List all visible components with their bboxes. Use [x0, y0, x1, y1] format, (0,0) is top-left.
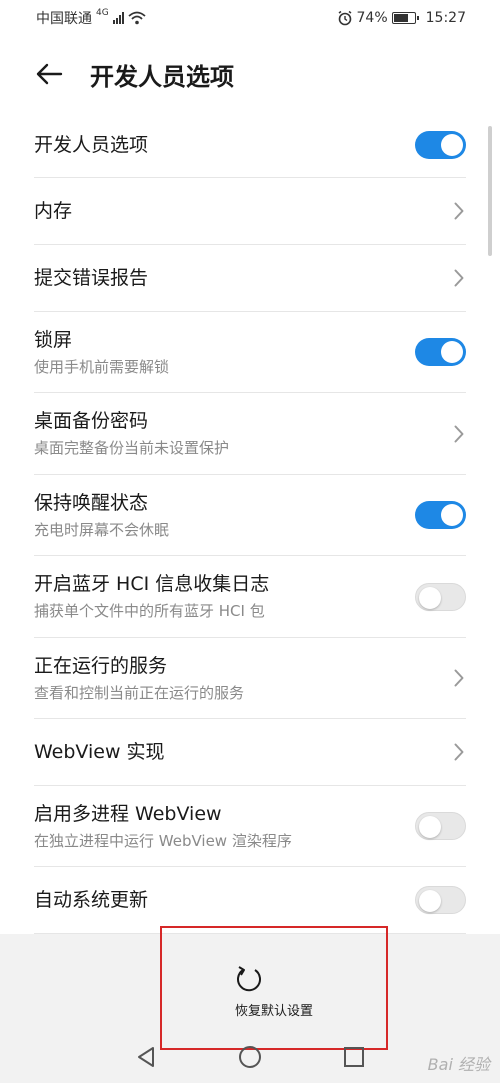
clock: 15:27	[425, 10, 466, 26]
setting-texts: 内存	[34, 198, 72, 224]
setting-title: 自动系统更新	[34, 889, 149, 911]
carrier-name: 中国联通	[36, 11, 92, 27]
reset-icon[interactable]	[233, 963, 265, 995]
setting-texts: 正在运行的服务查看和控制当前正在运行的服务	[34, 653, 244, 704]
toggle-switch[interactable]	[415, 886, 466, 914]
toggle-knob	[419, 890, 441, 912]
setting-texts: 桌面备份密码桌面完整备份当前未设置保护	[34, 408, 229, 459]
back-arrow-icon	[36, 63, 63, 85]
setting-subtitle: 桌面完整备份当前未设置保护	[34, 439, 230, 457]
status-right: 74% 15:27	[337, 10, 466, 26]
nav-back-button[interactable]	[131, 1042, 161, 1072]
setting-texts: 提交错误报告	[34, 265, 148, 291]
setting-row[interactable]: 提交错误报告	[34, 245, 466, 312]
toggle-knob	[441, 133, 463, 156]
setting-row[interactable]: 桌面备份密码桌面完整备份当前未设置保护	[34, 393, 466, 475]
signal-icon	[112, 12, 124, 24]
square-recents-icon	[344, 1046, 364, 1067]
toggle-knob	[441, 504, 463, 526]
reset-defaults-button[interactable]: 恢复默认设置	[160, 1000, 388, 1019]
setting-texts: 锁屏使用手机前需要解锁	[34, 327, 169, 378]
setting-title: 内存	[34, 200, 73, 222]
setting-row[interactable]: 启用多进程 WebView 在独立进程中运行 WebView 渲染程序	[34, 786, 466, 867]
status-bar: 中国联通 4G 74% 15:27	[0, 0, 500, 36]
setting-subtitle: 捕获单个文件中的所有蓝牙 HCI 包	[34, 602, 265, 620]
watermark: Bai 经验	[427, 1055, 490, 1074]
setting-subtitle: 查看和控制当前正在运行的服务	[34, 683, 245, 702]
setting-title: WebView 实现	[34, 741, 165, 763]
chevron-right-icon	[452, 268, 466, 288]
setting-title: 提交错误报告	[34, 267, 149, 289]
chevron-right-icon	[452, 424, 466, 444]
setting-row[interactable]: 自动系统更新	[34, 867, 466, 934]
setting-title: 启用多进程 WebView	[34, 802, 222, 825]
setting-subtitle: 使用手机前需要解锁	[34, 357, 170, 376]
nav-home-button[interactable]	[235, 1042, 265, 1072]
setting-title: 正在运行的服务	[34, 654, 168, 677]
page-title: 开发人员选项	[90, 62, 234, 91]
app-bar: 开发人员选项	[0, 36, 500, 112]
alarm-icon	[338, 10, 351, 26]
setting-row[interactable]: 保持唤醒状态充电时屏幕不会休眠	[34, 475, 466, 556]
status-left: 中国联通 4G	[36, 8, 146, 28]
toggle-switch[interactable]	[415, 130, 466, 159]
setting-texts: WebView 实现	[34, 739, 165, 765]
wifi-icon	[128, 11, 146, 25]
battery-percent: 74%	[356, 10, 388, 26]
chevron-right-icon	[452, 668, 466, 688]
setting-texts: 自动系统更新	[34, 887, 148, 913]
navigation-bar	[0, 1030, 500, 1083]
toggle-knob	[419, 816, 441, 838]
setting-title: 开发人员选项	[34, 133, 149, 156]
setting-title: 开启蓝牙 HCI 信息收集日志	[34, 573, 270, 595]
setting-title: 保持唤醒状态	[34, 491, 149, 514]
setting-texts: 启用多进程 WebView 在独立进程中运行 WebView 渲染程序	[34, 801, 292, 852]
toggle-knob	[419, 586, 441, 609]
setting-row[interactable]: 内存	[34, 178, 466, 245]
setting-subtitle: 充电时屏幕不会休眠	[34, 520, 170, 539]
back-button[interactable]	[24, 49, 74, 99]
setting-row[interactable]: 开启蓝牙 HCI 信息收集日志捕获单个文件中的所有蓝牙 HCI 包	[34, 556, 466, 638]
setting-texts: 保持唤醒状态充电时屏幕不会休眠	[34, 490, 169, 541]
setting-subtitle: 在独立进程中运行 WebView 渲染程序	[34, 831, 292, 850]
network-type: 4G	[96, 8, 109, 18]
setting-row[interactable]: 开发人员选项	[34, 112, 466, 178]
setting-row[interactable]: 锁屏使用手机前需要解锁	[34, 312, 466, 393]
toggle-switch[interactable]	[415, 582, 466, 611]
toggle-switch[interactable]	[415, 501, 466, 529]
setting-texts: 开启蓝牙 HCI 信息收集日志捕获单个文件中的所有蓝牙 HCI 包	[34, 571, 269, 622]
setting-row[interactable]: 正在运行的服务查看和控制当前正在运行的服务	[34, 638, 466, 719]
setting-title: 桌面备份密码	[34, 410, 149, 432]
toggle-knob	[441, 341, 463, 363]
toggle-switch[interactable]	[415, 338, 466, 366]
battery-icon	[391, 12, 419, 24]
chevron-right-icon	[452, 742, 466, 762]
setting-title: 锁屏	[34, 328, 73, 351]
chevron-right-icon	[452, 201, 466, 221]
triangle-back-icon	[138, 1046, 154, 1067]
settings-list: 开发人员选项 内存提交错误报告 锁屏使用手机前需要解锁 桌面备份密码桌面完整备份当前未…	[0, 112, 500, 934]
setting-row[interactable]: WebView 实现	[34, 719, 466, 786]
circle-home-icon	[239, 1045, 261, 1068]
scrollbar[interactable]	[488, 126, 492, 256]
setting-texts: 开发人员选项	[34, 132, 148, 158]
battery-level	[393, 14, 409, 22]
toggle-switch[interactable]	[415, 812, 466, 840]
nav-recents-button[interactable]	[339, 1042, 369, 1072]
